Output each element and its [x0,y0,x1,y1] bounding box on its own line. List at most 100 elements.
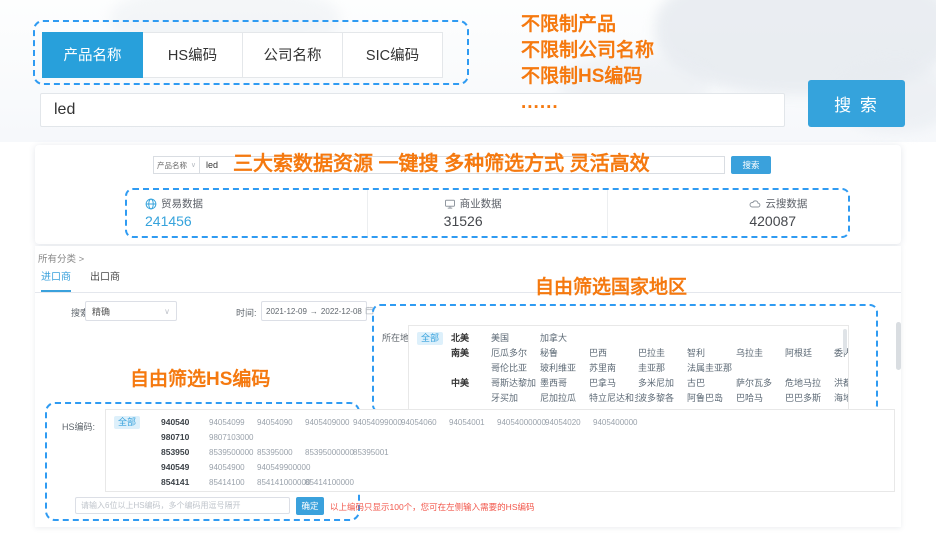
annotation-line: 不限制公司名称 [521,38,654,64]
tab-company-name[interactable]: 公司名称 [242,32,343,78]
region-item[interactable]: 牙买加 [491,391,540,406]
hs-limit-note: 以上编码只显示100个，您可在左侧输入需要的HS编码 [330,501,535,513]
region-item[interactable]: 智利 [687,346,736,361]
region-item[interactable]: 玻利维亚 [540,361,589,376]
hs-code-item[interactable]: 85395000 [257,445,305,460]
hs-code-item[interactable]: 94054000000 [497,415,545,430]
hs-filter-label: HS编码: [62,420,95,433]
chevron-down-icon: ∨ [191,161,196,169]
importer-exporter-tabs: 进口商 出口商 [35,268,901,293]
tab-hs-code[interactable]: HS编码 [142,32,243,78]
hs-code-item[interactable]: 85414100000 [305,475,353,490]
region-item[interactable]: 巴拿马 [589,376,638,391]
region-item[interactable]: 阿鲁巴岛 [687,391,736,406]
region-item[interactable]: 墨西哥 [540,376,589,391]
region-item[interactable]: 苏里南 [589,361,638,376]
mini-search-type-select[interactable]: 产品名称 ∨ [153,156,199,174]
hs-code-item[interactable]: 94054090 [257,415,305,430]
hs-code-item[interactable]: 94054099 [209,415,257,430]
hs-code-item[interactable]: 940540 [161,415,209,430]
filter-area-scrollbar[interactable] [896,322,901,370]
stat-cloud-search-data[interactable]: 云搜数据 420087 [607,190,848,236]
region-filter-panel: 全部 北美 美国 加拿大 南美 厄瓜多尔 秘鲁 巴西 巴拉圭 智利 乌拉圭 阿根… [408,325,849,410]
search-mode-select[interactable]: 精确 ∨ [85,301,177,321]
hs-code-item[interactable]: 85395001 [353,445,401,460]
hs-code-item[interactable]: 94054001 [449,415,497,430]
tab-exporter[interactable]: 出口商 [90,268,120,292]
hs-code-item[interactable]: 853950 [161,445,209,460]
region-item[interactable]: 古巴 [687,376,736,391]
region-item[interactable]: 萨尔瓦多 [736,376,785,391]
region-item[interactable]: 加拿大 [540,331,589,346]
stat-business-data[interactable]: 商业数据 31526 [367,190,608,236]
stats-highlight-box: 贸易数据 241456 商业数据 [125,188,850,238]
hs-code-item[interactable]: 854141 [161,475,209,490]
tab-product-name[interactable]: 产品名称 [42,32,143,78]
date-range-picker[interactable]: 2021-12-09 → 2022-12-08 [261,301,367,321]
tab-importer[interactable]: 进口商 [41,268,71,292]
region-item[interactable]: 阿根廷 [785,346,834,361]
stat-label: 商业数据 [460,196,502,211]
region-item[interactable]: 巴西 [589,346,638,361]
globe-icon [145,198,157,210]
breadcrumb[interactable]: 所有分类 > [38,251,84,265]
region-item[interactable]: 尼加拉瓜 [540,391,589,406]
hs-code-item[interactable]: 9807103000 [209,430,257,445]
mid-annotation: 三大索数据资源 一键搜 多种筛选方式 灵活高效 [233,147,650,176]
hs-code-item[interactable]: 94054020 [545,415,593,430]
main-search-input[interactable] [40,93,785,127]
region-item[interactable]: 巴巴多斯 [785,391,834,406]
hs-code-item[interactable]: 8539500000 [209,445,257,460]
chevron-down-icon: ∨ [164,307,170,316]
region-group-label: 中美 [451,376,491,391]
hs-code-item[interactable]: 94054900 [209,460,257,475]
hs-code-item[interactable]: 9405409000 [305,415,353,430]
region-item[interactable]: 危地马拉 [785,376,834,391]
region-item[interactable]: 哥斯达黎加 [491,376,540,391]
region-item[interactable]: 乌拉圭 [736,346,785,361]
hs-code-item[interactable]: 854141000000 [257,475,305,490]
region-item[interactable]: 圭亚那 [638,361,687,376]
region-panel-scrollbar[interactable] [843,329,847,353]
hs-annotation: 自由筛选HS编码 [130,364,270,391]
region-group-label: 北美 [451,331,491,346]
region-annotation: 自由筛选国家地区 [535,272,687,299]
cloud-icon [749,198,761,210]
hs-code-item[interactable]: 940549 [161,460,209,475]
region-item[interactable]: 巴拉圭 [638,346,687,361]
region-item[interactable]: 多米尼加 [638,376,687,391]
search-type-tabs: 产品名称 HS编码 公司名称 SIC编码 [43,32,443,78]
hs-confirm-button[interactable]: 确定 [296,497,324,515]
hs-code-input[interactable] [75,497,290,514]
region-item[interactable]: 法属圭亚那 [687,361,736,376]
region-item[interactable]: 哥伦比亚 [491,361,540,376]
annotation-line: 不限制HS编码 [521,64,654,90]
hs-all-chip[interactable]: 全部 [114,416,140,429]
hs-code-item[interactable]: 940549900000 [257,460,305,475]
region-item[interactable]: 海地 [834,391,849,406]
region-item[interactable]: 特立尼达和多巴... [589,391,638,406]
mini-search-button[interactable]: 搜索 [731,156,771,174]
region-item[interactable]: 洪都拉斯 [834,376,849,391]
hs-code-item[interactable]: 94054099000 [353,415,401,430]
stat-trade-data[interactable]: 贸易数据 241456 [127,190,367,236]
hero-search-section: 产品名称 HS编码 公司名称 SIC编码 搜 索 不限制产品 不限制公司名称 不… [0,0,936,142]
stat-value: 241456 [145,213,203,229]
tab-sic-code[interactable]: SIC编码 [342,32,443,78]
hs-code-item[interactable]: 980710 [161,430,209,445]
region-item[interactable]: 巴哈马 [736,391,785,406]
main-search-button[interactable]: 搜 索 [808,80,905,127]
hs-code-item[interactable]: 94054060 [401,415,449,430]
hs-code-item[interactable]: 85395000000 [305,445,353,460]
page: 产品名称 HS编码 公司名称 SIC编码 搜 索 不限制产品 不限制公司名称 不… [0,0,936,537]
region-item[interactable]: 波多黎各 [638,391,687,406]
hs-filter-panel: 全部 940540 94054099 94054090 9405409000 9… [105,409,895,492]
region-item[interactable]: 秘鲁 [540,346,589,361]
region-item[interactable]: 美国 [491,331,540,346]
region-item[interactable]: 厄瓜多尔 [491,346,540,361]
hs-code-item[interactable]: 85414100 [209,475,257,490]
hs-code-item[interactable]: 9405400000 [593,415,641,430]
hero-annotations: 不限制产品 不限制公司名称 不限制HS编码 ...... [521,12,654,116]
region-all-chip[interactable]: 全部 [417,332,443,345]
search-mode-value: 精确 [92,305,110,318]
